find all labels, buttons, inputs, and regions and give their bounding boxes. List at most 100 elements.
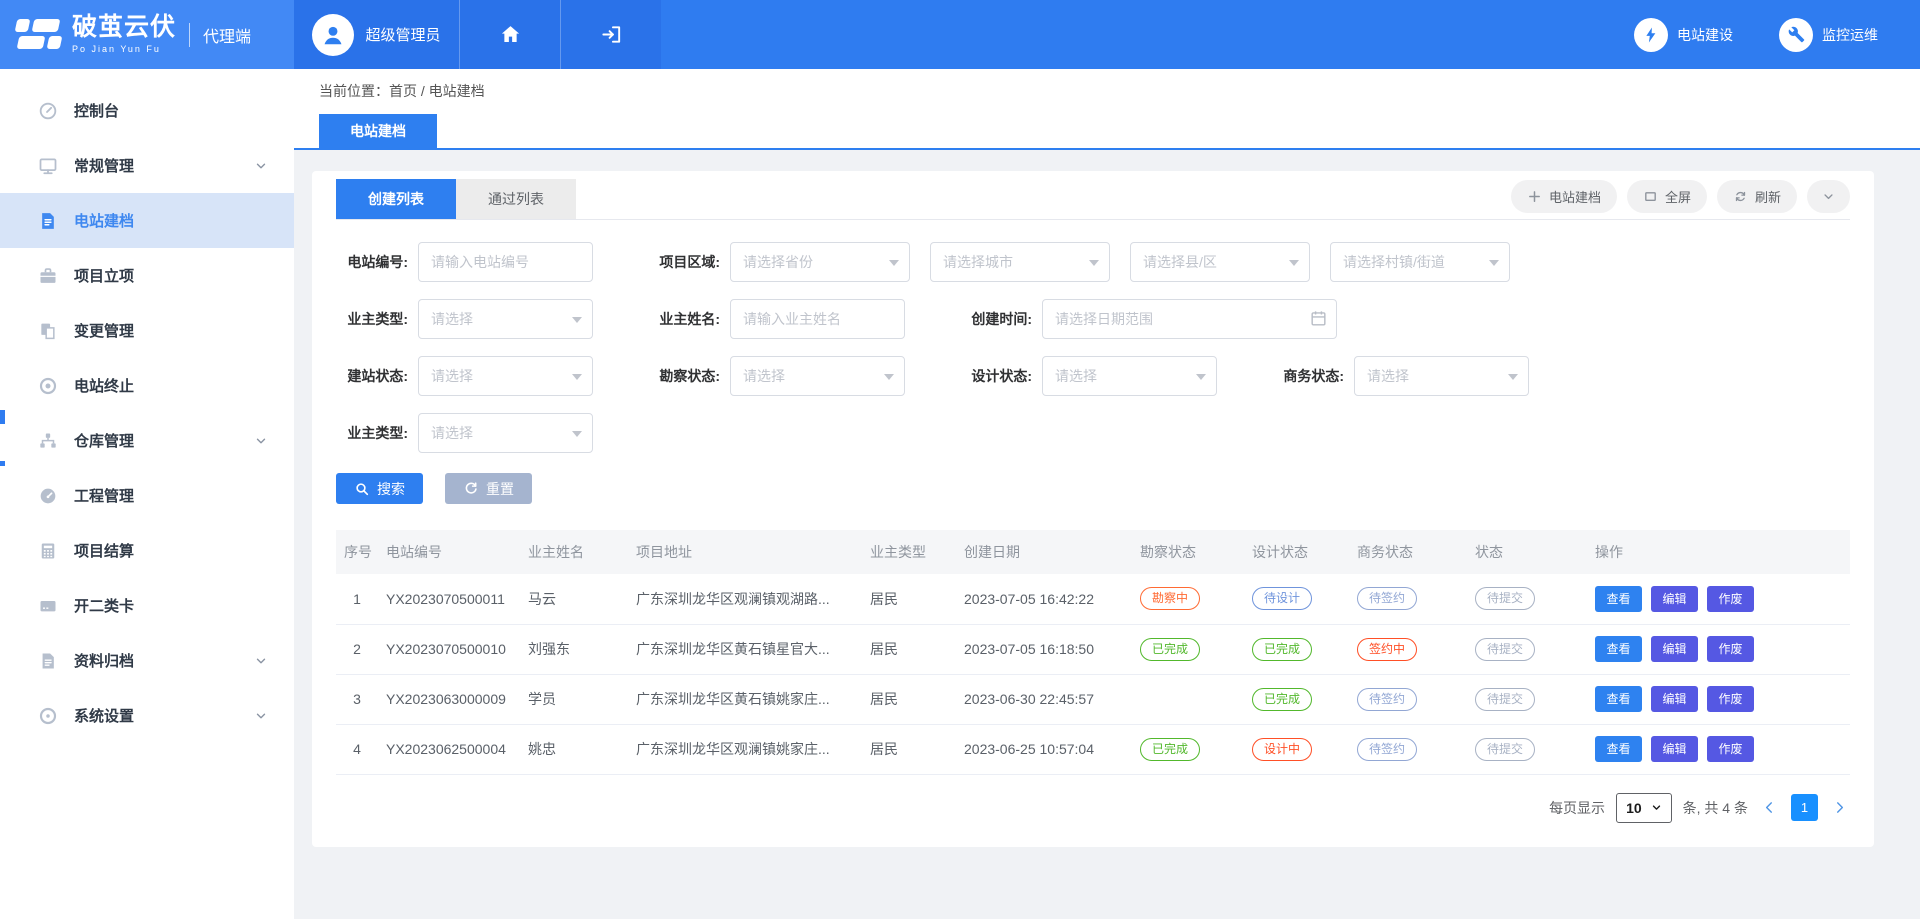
create-station-button[interactable]: 电站建档 <box>1511 180 1617 213</box>
sidebar-item-console[interactable]: 控制台 <box>0 83 294 138</box>
sidebar-item-type2-card[interactable]: 开二类卡 <box>0 578 294 633</box>
province-select[interactable]: 请选择省份 <box>730 242 910 282</box>
void-button[interactable]: 作废 <box>1707 636 1754 662</box>
reset-button[interactable]: 重置 <box>445 473 532 504</box>
content-area: 创建列表 通过列表 电站建档 全屏 <box>294 150 1920 919</box>
page-size-select[interactable]: 10 <box>1616 793 1672 823</box>
column-header: 操作 <box>1587 530 1850 574</box>
edit-button[interactable]: 编辑 <box>1651 736 1698 762</box>
sidebar-item-general-management[interactable]: 常规管理 <box>0 138 294 193</box>
void-button[interactable]: 作废 <box>1707 686 1754 712</box>
app-logo-icon <box>16 18 62 52</box>
breadcrumb-label: 当前位置： <box>319 81 389 101</box>
view-button[interactable]: 查看 <box>1595 636 1642 662</box>
fullscreen-icon <box>1643 189 1658 204</box>
table-row: 1YX2023070500011马云广东深圳龙华区观澜镇观湖路...居民2023… <box>336 574 1850 624</box>
void-button[interactable]: 作废 <box>1707 736 1754 762</box>
status-cell: 已完成 <box>1132 724 1244 774</box>
sidebar-item-project-initiation[interactable]: 项目立项 <box>0 248 294 303</box>
business-status-select[interactable]: 请选择 <box>1354 356 1529 396</box>
status-cell: 签约中 <box>1349 624 1467 674</box>
status-badge: 设计中 <box>1252 738 1312 761</box>
edit-button[interactable]: 编辑 <box>1651 586 1698 612</box>
created-cell: 2023-06-30 22:45:57 <box>956 674 1132 724</box>
next-page-button[interactable] <box>1829 799 1850 816</box>
prev-page-button[interactable] <box>1759 799 1780 816</box>
filter-field: 商务状态: 请选择 <box>1272 356 1529 396</box>
sidebar-item-label: 常规管理 <box>74 155 134 176</box>
sidebar-item-project-settlement[interactable]: 项目结算 <box>0 523 294 578</box>
briefcase-icon <box>38 266 58 286</box>
field-label: 业主类型: <box>336 423 408 443</box>
field-label: 商务状态: <box>1272 366 1344 386</box>
select-placeholder: 请选择村镇/街道 <box>1343 252 1445 272</box>
refresh-button[interactable]: 刷新 <box>1717 180 1797 213</box>
tab-passed-list[interactable]: 通过列表 <box>456 179 576 219</box>
home-button[interactable] <box>459 0 560 69</box>
sidebar-item-system-settings[interactable]: 系统设置 <box>0 688 294 743</box>
design-status-select[interactable]: 请选择 <box>1042 356 1217 396</box>
select-placeholder: 请选择省份 <box>743 252 813 272</box>
filter-row: 业主类型:请选择业主姓名:创建时间: <box>336 299 1850 339</box>
sidebar-item-station-archive[interactable]: 电站建档 <box>0 193 294 248</box>
logout-button[interactable] <box>560 0 661 69</box>
create-time-input[interactable] <box>1042 299 1337 339</box>
user-menu[interactable]: 超级管理员 <box>294 0 459 69</box>
chevron-left-icon <box>1761 799 1778 816</box>
district-select[interactable]: 请选择县/区 <box>1130 242 1310 282</box>
dropdown-arrow-icon <box>889 260 899 266</box>
nav-item-station-construction[interactable]: 电站建设 <box>1634 18 1733 52</box>
status-badge: 已完成 <box>1252 638 1312 661</box>
collapse-filters-button[interactable] <box>1807 180 1850 213</box>
void-button[interactable]: 作废 <box>1707 586 1754 612</box>
view-button[interactable]: 查看 <box>1595 686 1642 712</box>
view-button[interactable]: 查看 <box>1595 586 1642 612</box>
dropdown-arrow-icon <box>1489 260 1499 266</box>
city-select[interactable]: 请选择城市 <box>930 242 1110 282</box>
page-number-current[interactable]: 1 <box>1791 794 1818 821</box>
filter-field: 建站状态:请选择 <box>336 356 593 396</box>
column-header: 序号 <box>336 530 378 574</box>
sidebar-item-change-management[interactable]: 变更管理 <box>0 303 294 358</box>
sidebar-scrollbar[interactable] <box>0 410 5 424</box>
filter-field: 项目区域:请选择省份 <box>648 242 910 282</box>
created-cell: 2023-07-05 16:42:22 <box>956 574 1132 624</box>
owner-type2-select[interactable]: 请选择 <box>418 413 593 453</box>
sidebar-item-data-archive[interactable]: 资料归档 <box>0 633 294 688</box>
column-header: 勘察状态 <box>1132 530 1244 574</box>
owner-cell: 姚忠 <box>520 724 628 774</box>
owner-name-input[interactable] <box>730 299 905 339</box>
build-status-select[interactable]: 请选择 <box>418 356 593 396</box>
sidebar-item-station-termination[interactable]: 电站终止 <box>0 358 294 413</box>
address-cell: 广东深圳龙华区黄石镇星官大... <box>628 624 862 674</box>
refresh-icon <box>1733 189 1748 204</box>
station-code-input[interactable] <box>418 242 593 282</box>
sidebar-item-label: 系统设置 <box>74 705 134 726</box>
status-badge: 待签约 <box>1357 587 1417 610</box>
survey-status-select[interactable]: 请选择 <box>730 356 905 396</box>
edit-button[interactable]: 编辑 <box>1651 686 1698 712</box>
sidebar-scrollbar[interactable] <box>0 461 5 466</box>
filter-field: 创建时间: <box>960 299 1337 339</box>
breadcrumb-path[interactable]: 首页 / 电站建档 <box>389 81 485 101</box>
owner-type-select[interactable]: 请选择 <box>418 299 593 339</box>
fullscreen-button[interactable]: 全屏 <box>1627 180 1707 213</box>
nav-item-monitoring-ops[interactable]: 监控运维 <box>1779 18 1878 52</box>
filter-field: 业主姓名: <box>648 299 905 339</box>
edit-button[interactable]: 编辑 <box>1651 636 1698 662</box>
select-placeholder: 请选择 <box>1055 366 1097 386</box>
status-badge: 待提交 <box>1475 688 1535 711</box>
sidebar-item-engineering[interactable]: 工程管理 <box>0 468 294 523</box>
search-button[interactable]: 搜索 <box>336 473 423 504</box>
created-cell: 2023-07-05 16:18:50 <box>956 624 1132 674</box>
tab-create-list[interactable]: 创建列表 <box>336 179 456 219</box>
view-button[interactable]: 查看 <box>1595 736 1642 762</box>
sidebar-item-warehouse[interactable]: 仓库管理 <box>0 413 294 468</box>
street-select[interactable]: 请选择村镇/街道 <box>1330 242 1510 282</box>
gauge-icon <box>38 101 58 121</box>
app-subtitle: Po Jian Yun Fu <box>72 44 176 54</box>
page-tab-station-archive[interactable]: 电站建档 <box>319 114 437 148</box>
sitemap-icon <box>38 431 58 451</box>
filter-actions: 搜索 重置 <box>336 473 1850 504</box>
calculator-icon <box>38 541 58 561</box>
